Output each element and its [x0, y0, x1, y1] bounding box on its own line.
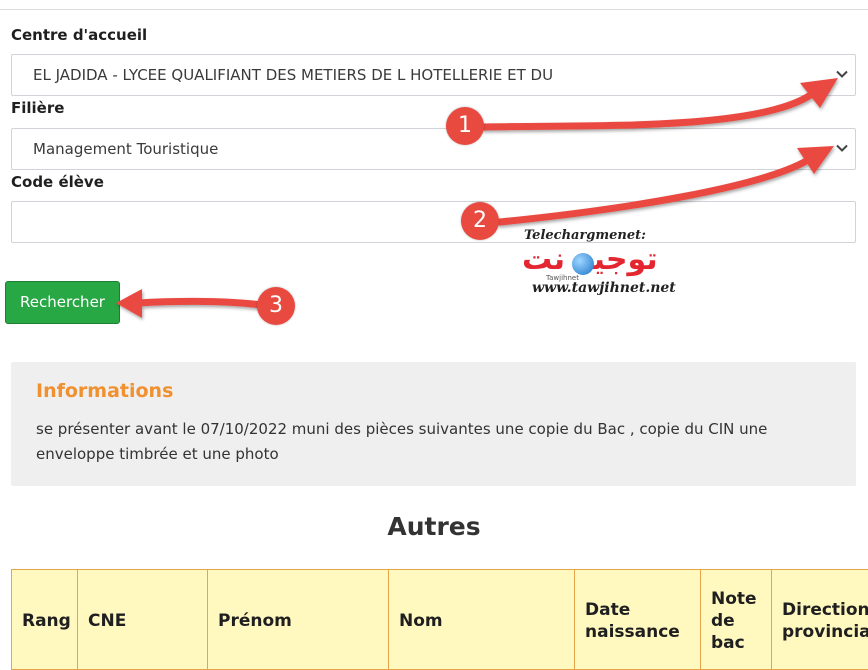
arrow-1 [480, 90, 816, 131]
arrow-3 [134, 297, 266, 309]
arrow-3-head [116, 289, 142, 318]
arrow-2 [496, 156, 812, 226]
arrow-1-head [800, 78, 838, 108]
annotation-badge-3: 3 [257, 287, 295, 325]
annotation-badge-2: 2 [461, 202, 499, 240]
annotation-arrows [116, 78, 838, 318]
annotation-badge-1: 1 [446, 107, 484, 145]
